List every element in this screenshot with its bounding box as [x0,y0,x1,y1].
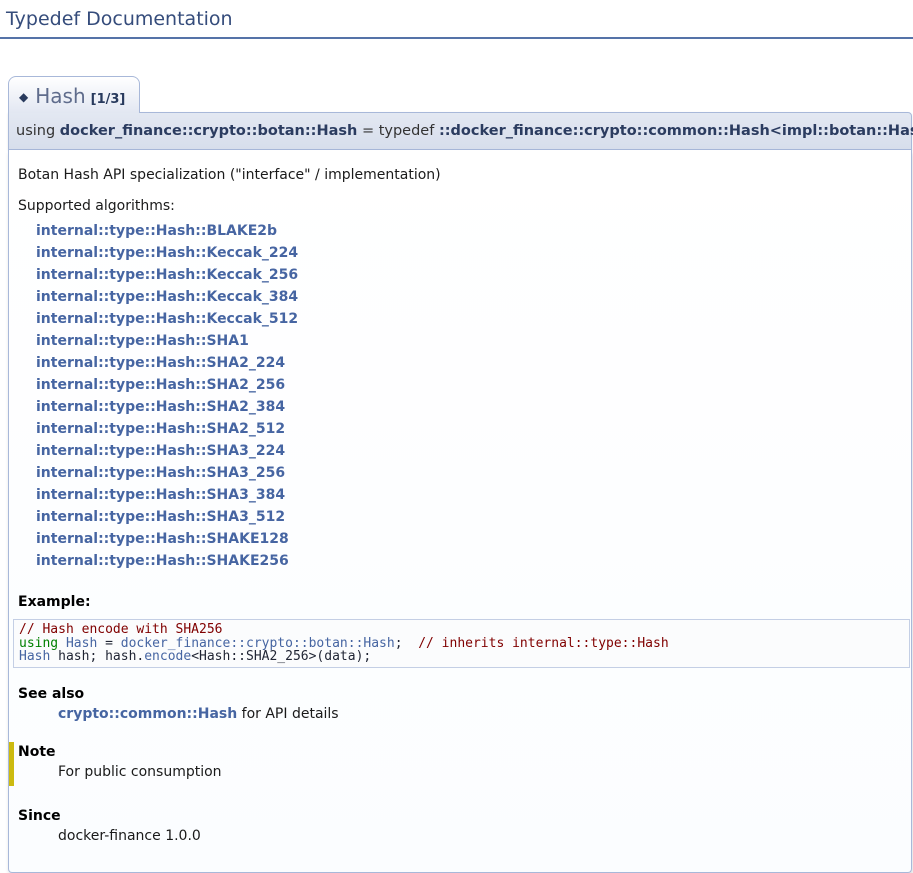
algorithm-link[interactable]: internal::type::Hash::Keccak_224 [36,245,298,261]
code-block: // Hash encode with SHA256 using Hash = … [13,619,910,668]
example-label: Example: [18,594,901,610]
algorithm-link[interactable]: internal::type::Hash::SHA3_512 [36,509,285,525]
algorithm-list-item: internal::type::Hash::BLAKE2b [36,220,901,242]
note-label: Note [18,742,901,760]
code-hash-link[interactable]: Hash [19,649,50,664]
algorithm-list: internal::type::Hash::BLAKE2binternal::t… [36,220,901,572]
proto-using-keyword: using [16,123,60,139]
example-section: Example: [18,594,901,610]
algorithm-link[interactable]: internal::type::Hash::SHA3_224 [36,443,285,459]
algorithm-list-item: internal::type::Hash::SHA3_224 [36,440,901,462]
algorithm-list-item: internal::type::Hash::SHA3_384 [36,484,901,506]
code-line: // Hash encode with SHA256 [19,623,904,637]
member-name: Hash [35,84,85,108]
algorithm-link[interactable]: internal::type::Hash::BLAKE2b [36,223,277,239]
algorithm-link[interactable]: internal::type::Hash::Keccak_256 [36,267,298,283]
algorithm-link[interactable]: internal::type::Hash::SHA2_256 [36,377,285,393]
code-line: using Hash = docker_finance::crypto::bot… [19,637,904,651]
algorithm-list-item: internal::type::Hash::SHA2_512 [36,418,901,440]
algorithm-link[interactable]: internal::type::Hash::Keccak_512 [36,311,298,327]
see-also-section: See also crypto::common::Hash for API de… [18,686,901,722]
algorithm-link[interactable]: internal::type::Hash::SHA2_512 [36,421,285,437]
member-prototype: using docker_finance::crypto::botan::Has… [8,112,912,150]
permalink-diamond-icon[interactable]: ◆ [19,90,28,104]
algorithm-link[interactable]: internal::type::Hash::SHAKE128 [36,531,289,547]
algorithm-link[interactable]: internal::type::Hash::SHA1 [36,333,249,349]
algorithm-list-item: internal::type::Hash::SHAKE256 [36,550,901,572]
page-title: Typedef Documentation [0,6,913,39]
algorithm-link[interactable]: internal::type::Hash::SHA2_384 [36,399,285,415]
see-also-text: for API details [237,706,338,722]
algorithm-list-item: internal::type::Hash::Keccak_384 [36,286,901,308]
proto-target-type: ::docker_finance::crypto::common::Hash<i… [439,123,913,139]
algorithm-list-item: internal::type::Hash::SHA3_256 [36,462,901,484]
algorithm-list-item: internal::type::Hash::Keccak_224 [36,242,901,264]
algorithm-list-item: internal::type::Hash::SHA3_512 [36,506,901,528]
algorithm-link[interactable]: internal::type::Hash::SHA3_256 [36,465,285,481]
algorithm-list-item: internal::type::Hash::SHA2_224 [36,352,901,374]
proto-typedef-name: docker_finance::crypto::botan::Hash [60,123,358,139]
algorithm-link[interactable]: internal::type::Hash::Keccak_384 [36,289,298,305]
algorithm-list-item: internal::type::Hash::SHA1 [36,330,901,352]
see-also-link[interactable]: crypto::common::Hash [58,706,237,722]
member-overload-index: [1/3] [91,92,126,107]
algorithm-list-item: internal::type::Hash::SHA2_256 [36,374,901,396]
since-label: Since [18,808,901,824]
intro-text: Botan Hash API specialization ("interfac… [18,167,901,183]
since-section: Since docker-finance 1.0.0 [18,808,901,844]
code-encode-link[interactable]: encode [144,649,191,664]
member-doc: Botan Hash API specialization ("interfac… [8,150,912,873]
algorithm-list-item: internal::type::Hash::Keccak_512 [36,308,901,330]
member-tab: ◆ Hash [1/3] [8,76,140,113]
algorithm-list-item: internal::type::Hash::Keccak_256 [36,264,901,286]
see-also-label: See also [18,686,901,702]
algorithm-link[interactable]: internal::type::Hash::SHA3_384 [36,487,285,503]
member-item: using docker_finance::crypto::botan::Has… [8,112,912,873]
algorithm-link[interactable]: internal::type::Hash::SHAKE256 [36,553,289,569]
since-text: docker-finance 1.0.0 [58,828,901,844]
proto-equals-typedef: = typedef [357,123,439,139]
algorithm-list-item: internal::type::Hash::SHAKE128 [36,528,901,550]
algorithm-list-item: internal::type::Hash::SHA2_384 [36,396,901,418]
note-text: For public consumption [58,764,901,786]
see-also-content: crypto::common::Hash for API details [58,706,901,722]
algorithms-label: Supported algorithms: [18,198,901,214]
note-section: Note For public consumption [9,742,901,786]
algorithm-link[interactable]: internal::type::Hash::SHA2_224 [36,355,285,371]
code-line: Hash hash; hash.encode<Hash::SHA2_256>(d… [19,650,904,664]
code-comment: // inherits internal::type::Hash [418,636,668,651]
